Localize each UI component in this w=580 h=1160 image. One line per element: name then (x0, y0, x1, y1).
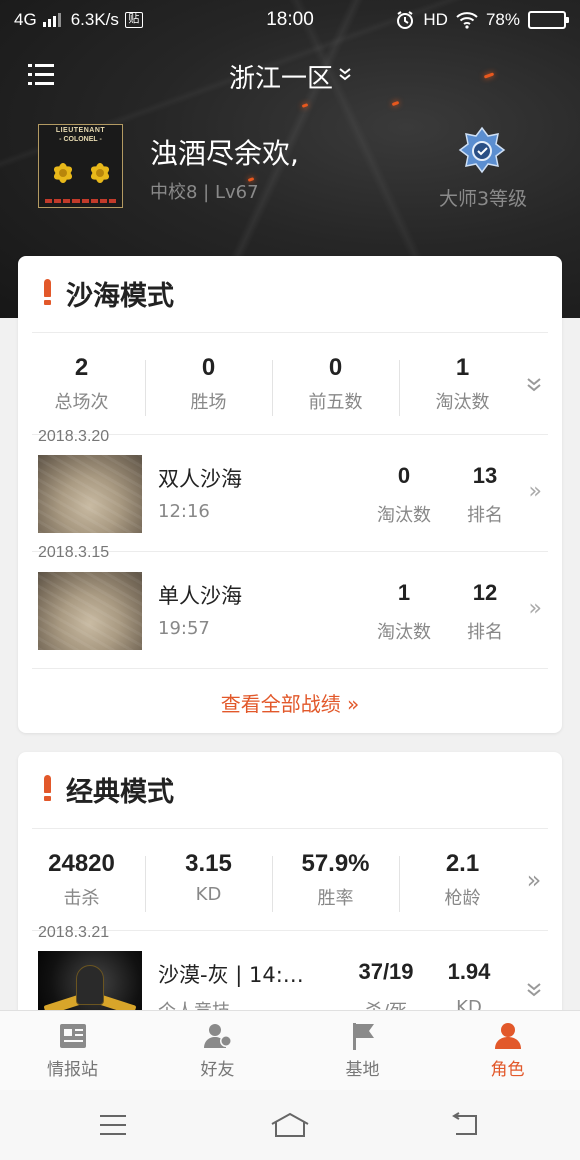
stat-winrate: 57.9% 胜率 (301, 850, 370, 909)
player-name: 浊酒尽余欢, (150, 137, 299, 170)
stat-kills: 24820 击杀 (48, 850, 115, 909)
bullet-icon (44, 279, 51, 305)
match-mode: 单人沙海 (158, 584, 242, 608)
match-rank-label: 排名 (467, 505, 503, 526)
ember-decoration (391, 100, 400, 107)
server-selector[interactable]: 浙江一区 (0, 58, 580, 95)
stat-wins: 0 胜场 (190, 354, 227, 413)
tab-label: 角色 (490, 1060, 525, 1080)
tier-emblem-icon[interactable] (458, 126, 506, 176)
server-name: 浙江一区 (228, 64, 333, 94)
bullet-icon (44, 775, 51, 801)
hd-indicator: HD (423, 10, 448, 29)
wifi-icon (456, 12, 478, 29)
stat-eliminations: 1 淘汰数 (435, 354, 490, 413)
chevron-down-icon[interactable] (524, 376, 544, 392)
match-rank-label: 排名 (467, 622, 503, 643)
signal-icon (42, 13, 61, 27)
match-time: 19:57 (158, 618, 210, 639)
match-kd-ratio: 37/19 (358, 959, 414, 984)
map-thumbnail (38, 455, 142, 533)
desert-mode-card: 沙海模式 2 总场次 0 胜场 0 前五数 1 淘汰数 2018.3.20 双人沙海 1… (18, 256, 562, 733)
network-type: 4G (14, 10, 37, 29)
match-elims-label: 淘汰数 (377, 505, 431, 526)
battery-percent: 78% (485, 10, 520, 29)
profile-icon (494, 1023, 521, 1049)
match-rank: 12 (472, 580, 498, 605)
match-map: 沙漠-灰 | 14:… (158, 963, 304, 987)
chevron-right-icon[interactable]: » (524, 866, 544, 894)
friends-icon (203, 1024, 232, 1048)
rank-badge-line1: LIEUTENANT (55, 127, 106, 134)
view-all-records-link[interactable]: 查看全部战绩 » (18, 688, 562, 717)
news-icon (59, 1024, 86, 1048)
stats-row: 2 总场次 0 胜场 0 前五数 1 淘汰数 (18, 354, 562, 426)
chevron-down-icon (339, 68, 351, 81)
chevron-right-icon: » (528, 479, 542, 504)
flag-icon (352, 1023, 374, 1050)
network-speed: 6.3K/s (70, 10, 119, 29)
card-header: 经典模式 (18, 752, 562, 828)
recent-apps-icon[interactable] (98, 1112, 128, 1138)
match-date: 2018.3.15 (38, 544, 110, 561)
match-elims: 1 (397, 580, 411, 605)
match-time: 12:16 (158, 501, 210, 522)
match-date: 2018.3.20 (38, 428, 110, 445)
chevron-down-icon (527, 983, 541, 997)
match-mode: 双人沙海 (158, 467, 242, 491)
card-title: 沙海模式 (66, 281, 174, 312)
oak-leaf-icon (53, 163, 110, 183)
stats-row: 24820 击杀 3.15 KD 57.9% 胜率 2.1 枪龄 » (18, 850, 562, 922)
tab-label: 好友 (200, 1060, 235, 1080)
tab-label: 基地 (345, 1060, 380, 1080)
rank-badge: LIEUTENANT - COLONEL - (38, 124, 123, 208)
back-icon[interactable] (452, 1112, 482, 1138)
system-navigation-bar (0, 1090, 580, 1160)
classic-mode-card: 经典模式 24820 击杀 3.15 KD 57.9% 胜率 2.1 枪龄 » 2018… (18, 752, 562, 1052)
battery-icon (528, 11, 569, 29)
match-elims: 0 (397, 463, 411, 488)
match-row[interactable]: 单人沙海 19:57 1 淘汰数 12 排名 » (18, 572, 562, 652)
match-date: 2018.3.21 (38, 924, 110, 941)
tab-base[interactable]: 基地 (290, 1011, 435, 1090)
alarm-icon (397, 11, 414, 29)
match-elims-label: 淘汰数 (377, 622, 431, 643)
tier-name: 大师3等级 (438, 188, 528, 210)
bottom-tab-bar: 情报站 好友 基地 角色 (0, 1010, 580, 1090)
match-rank: 13 (472, 463, 498, 488)
stat-total: 2 总场次 (54, 354, 109, 413)
card-header: 沙海模式 (18, 256, 562, 332)
ember-decoration (301, 103, 309, 108)
tab-label: 情报站 (47, 1060, 98, 1080)
tab-profile[interactable]: 角色 (435, 1011, 580, 1090)
map-thumbnail (38, 572, 142, 650)
stat-kd: 3.15 KD (185, 850, 232, 905)
tab-news[interactable]: 情报站 (0, 1011, 145, 1090)
player-level: 中校8 | Lv67 (150, 182, 259, 203)
tab-friends[interactable]: 好友 (145, 1011, 290, 1090)
chevron-right-icon: » (528, 596, 542, 621)
rank-badge-line2: - COLONEL - (59, 136, 102, 143)
stat-gun-age: 2.1 枪龄 (444, 850, 481, 909)
status-bar: 4G 6.3K/s 贴 18:00 HD 78% (0, 0, 580, 40)
notification-icon: 贴 (124, 12, 143, 28)
match-row[interactable]: 双人沙海 12:16 0 淘汰数 13 排名 » (18, 455, 562, 535)
home-icon[interactable] (270, 1112, 310, 1138)
card-title: 经典模式 (66, 777, 174, 808)
match-kd: 1.94 (447, 959, 491, 984)
stat-top5: 0 前五数 (308, 354, 363, 413)
